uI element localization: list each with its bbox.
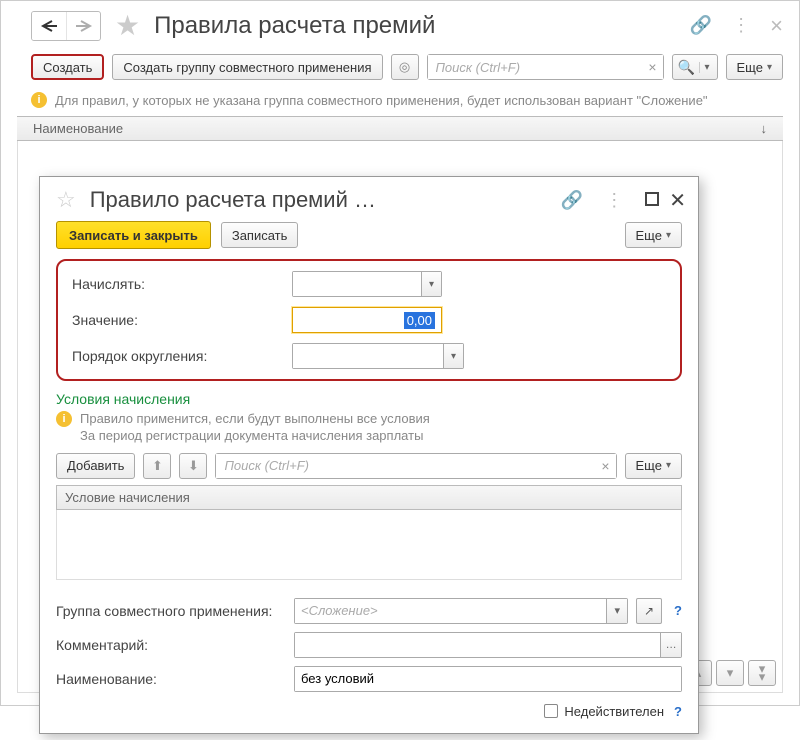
- add-condition-button[interactable]: Добавить: [56, 453, 135, 479]
- kebab-menu-icon[interactable]: ⋮: [732, 15, 750, 36]
- rounding-combo[interactable]: ▾: [292, 343, 464, 369]
- search-dropdown-icon[interactable]: ▾: [699, 62, 715, 73]
- conditions-toolbar: Добавить ⬆ ⬇ × Еще▾: [56, 453, 682, 479]
- create-button[interactable]: Создать: [31, 54, 104, 80]
- page-down-button[interactable]: ▾: [716, 660, 744, 686]
- group-open-button[interactable]: ↗: [636, 598, 662, 624]
- conditions-list: [56, 510, 682, 580]
- comment-ellipsis-button[interactable]: …: [660, 633, 681, 657]
- dialog-toolbar: Записать и закрыть Записать Еще▾: [40, 221, 698, 259]
- dialog-footer: Недействителен ?: [40, 696, 698, 733]
- inactive-help-icon[interactable]: ?: [674, 704, 682, 719]
- conditions-info-text: Правило применится, если будут выполнены…: [80, 411, 430, 445]
- comment-field[interactable]: …: [294, 632, 682, 658]
- create-group-button[interactable]: Создать группу совместного применения: [112, 54, 382, 80]
- group-label: Группа совместного применения:: [56, 603, 286, 619]
- page-last-button[interactable]: ▾▾: [748, 660, 776, 686]
- group-dropdown-icon[interactable]: ▾: [606, 599, 627, 623]
- value-label: Значение:: [72, 312, 292, 328]
- conditions-search-input[interactable]: [216, 454, 615, 478]
- more-button[interactable]: Еще▾: [726, 54, 783, 80]
- conditions-info-icon: i: [56, 411, 72, 427]
- conditions-search-field[interactable]: ×: [215, 453, 616, 479]
- attachment-button[interactable]: ◎: [391, 54, 419, 80]
- move-down-button[interactable]: ⬇: [179, 453, 207, 479]
- accrue-combo[interactable]: ▾: [292, 271, 442, 297]
- save-close-button[interactable]: Записать и закрыть: [56, 221, 211, 249]
- clear-search-icon[interactable]: ×: [648, 59, 656, 75]
- accrue-dropdown-icon[interactable]: ▾: [421, 272, 441, 296]
- dialog-kebab-icon[interactable]: ⋮: [605, 190, 623, 211]
- info-icon: i: [31, 92, 47, 108]
- inactive-checkbox[interactable]: [544, 704, 558, 718]
- back-button[interactable]: [32, 12, 66, 40]
- list-toolbar: Создать Создать группу совместного приме…: [1, 50, 799, 88]
- name-field[interactable]: [294, 666, 682, 692]
- sort-icon: ↓: [761, 121, 768, 136]
- name-input[interactable]: [295, 667, 681, 691]
- nav-buttons: [31, 11, 101, 41]
- magnifier-icon: 🔍: [675, 59, 699, 76]
- page-title: Правила расчета премий: [154, 12, 670, 40]
- dialog-header: ☆ Правило расчета премий … 🔗 ⋮ ✕: [40, 177, 698, 221]
- rounding-input[interactable]: [293, 344, 443, 368]
- dialog-link-icon[interactable]: 🔗: [561, 190, 583, 211]
- search-button[interactable]: 🔍 ▾: [672, 54, 718, 80]
- info-text: Для правил, у которых не указана группа …: [55, 93, 708, 108]
- dialog-title: Правило расчета премий …: [90, 187, 539, 213]
- conditions-title: Условия начисления: [56, 391, 682, 407]
- conditions-section: Условия начисления i Правило применится,…: [40, 381, 698, 580]
- conditions-column-header[interactable]: Условие начисления: [56, 485, 682, 510]
- rounding-label: Порядок округления:: [72, 348, 292, 364]
- link-icon[interactable]: 🔗: [690, 15, 712, 36]
- save-button[interactable]: Записать: [221, 222, 299, 248]
- favorite-star-icon[interactable]: ★: [115, 9, 140, 42]
- dialog-more-button[interactable]: Еще▾: [625, 222, 682, 248]
- search-field[interactable]: ×: [427, 54, 664, 80]
- move-up-button[interactable]: ⬆: [143, 453, 171, 479]
- list-column-header[interactable]: Наименование ↓: [17, 116, 783, 141]
- value-text: 0,00: [404, 312, 435, 329]
- dialog-close-button[interactable]: ✕: [669, 188, 686, 213]
- accrue-label: Начислять:: [72, 276, 292, 292]
- search-input[interactable]: [428, 55, 663, 79]
- inactive-label: Недействителен: [564, 704, 664, 719]
- forward-button[interactable]: [66, 12, 100, 40]
- name-row: Наименование:: [40, 662, 698, 696]
- rounding-dropdown-icon[interactable]: ▾: [443, 344, 463, 368]
- name-label: Наименование:: [56, 671, 286, 687]
- value-input[interactable]: 0,00: [292, 307, 442, 333]
- main-header: ★ Правила расчета премий 🔗 ⋮ ×: [1, 1, 799, 50]
- main-window: ★ Правила расчета премий 🔗 ⋮ × Создать С…: [0, 0, 800, 706]
- dialog-star-icon[interactable]: ☆: [56, 187, 76, 213]
- highlighted-form: Начислять: ▾ Значение: 0,00 Порядок окру…: [56, 259, 682, 381]
- conditions-more-button[interactable]: Еще▾: [625, 453, 682, 479]
- group-help-icon[interactable]: ?: [674, 603, 682, 618]
- accrue-input[interactable]: [293, 272, 421, 296]
- dialog-maximize-button[interactable]: [645, 190, 659, 211]
- comment-row: Комментарий: …: [40, 628, 698, 662]
- close-icon[interactable]: ×: [770, 13, 783, 39]
- group-row: Группа совместного применения: ▾ ↗ ?: [40, 594, 698, 628]
- group-combo[interactable]: ▾: [294, 598, 628, 624]
- comment-input[interactable]: [295, 633, 660, 657]
- conditions-clear-search-icon[interactable]: ×: [601, 458, 609, 474]
- info-banner: i Для правил, у которых не указана групп…: [1, 88, 799, 116]
- group-input[interactable]: [295, 599, 606, 623]
- rule-dialog: ☆ Правило расчета премий … 🔗 ⋮ ✕ Записат…: [39, 176, 699, 734]
- comment-label: Комментарий:: [56, 637, 286, 653]
